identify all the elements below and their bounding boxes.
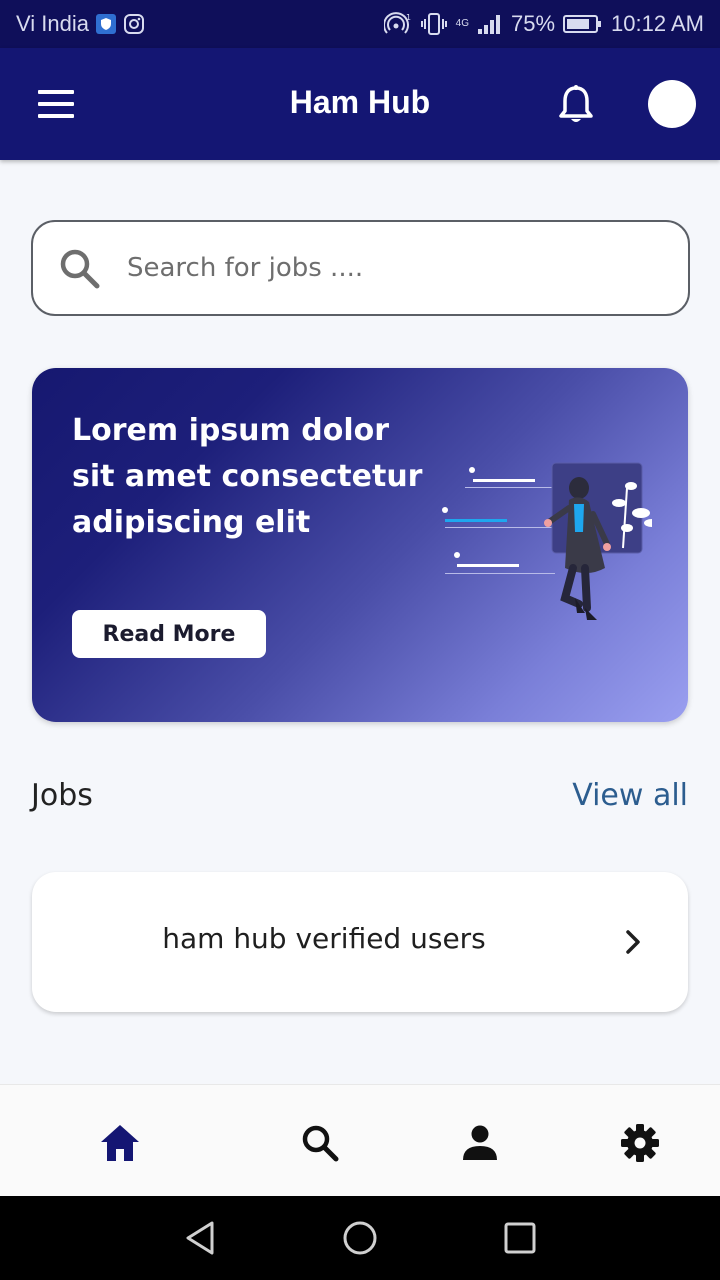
bottom-nav xyxy=(0,1084,720,1196)
recents-icon[interactable] xyxy=(502,1220,538,1256)
chevron-right-icon xyxy=(626,930,640,954)
system-nav-bar xyxy=(0,1196,720,1280)
vibrate-icon xyxy=(420,13,447,35)
network-type: 4G xyxy=(455,18,469,29)
battery-percent: 75% xyxy=(511,11,556,36)
notification-bell-icon[interactable] xyxy=(556,84,596,126)
person-icon xyxy=(463,1125,497,1160)
search-icon xyxy=(302,1125,339,1162)
search-input[interactable] xyxy=(127,222,667,314)
clock: 10:12 AM xyxy=(611,11,704,36)
jobs-section-title: Jobs xyxy=(31,778,93,813)
signal-icon xyxy=(478,15,500,34)
back-icon[interactable] xyxy=(182,1220,218,1256)
search-icon xyxy=(60,249,100,289)
status-right: 1 4G 75% 10:12 AM xyxy=(383,11,704,37)
home-icon xyxy=(101,1125,139,1161)
shield-icon xyxy=(95,14,116,34)
nav-home[interactable] xyxy=(98,1121,142,1165)
view-all-link[interactable]: View all xyxy=(572,778,688,813)
battery-icon xyxy=(563,15,602,33)
person-illustration-icon xyxy=(442,462,652,620)
banner-text: Lorem ipsum dolor sit amet consectetur a… xyxy=(72,413,423,540)
nav-search[interactable] xyxy=(298,1121,342,1165)
app-title: Ham Hub xyxy=(289,84,431,120)
app-bar: Ham Hub xyxy=(0,48,720,160)
svg-text:1: 1 xyxy=(406,13,411,22)
promo-banner: Lorem ipsum dolor sit amet consectetur a… xyxy=(32,368,688,722)
hotspot-icon: 1 xyxy=(383,12,411,34)
instagram-icon xyxy=(123,14,144,34)
status-bar: Vi India 1 4G 75% 10:12 AM xyxy=(0,0,720,48)
nav-settings[interactable] xyxy=(618,1121,662,1165)
carrier-label: Vi India xyxy=(16,11,89,36)
gear-icon xyxy=(621,1124,659,1162)
read-more-button[interactable]: Read More xyxy=(72,610,266,658)
search-bar[interactable] xyxy=(31,220,690,316)
job-card-label: ham hub verified users xyxy=(162,922,486,955)
avatar[interactable] xyxy=(648,80,696,128)
home-button-icon[interactable] xyxy=(342,1220,378,1256)
job-card[interactable]: ham hub verified users xyxy=(32,872,688,1012)
status-left: Vi India xyxy=(16,11,145,37)
nav-profile[interactable] xyxy=(458,1121,502,1165)
